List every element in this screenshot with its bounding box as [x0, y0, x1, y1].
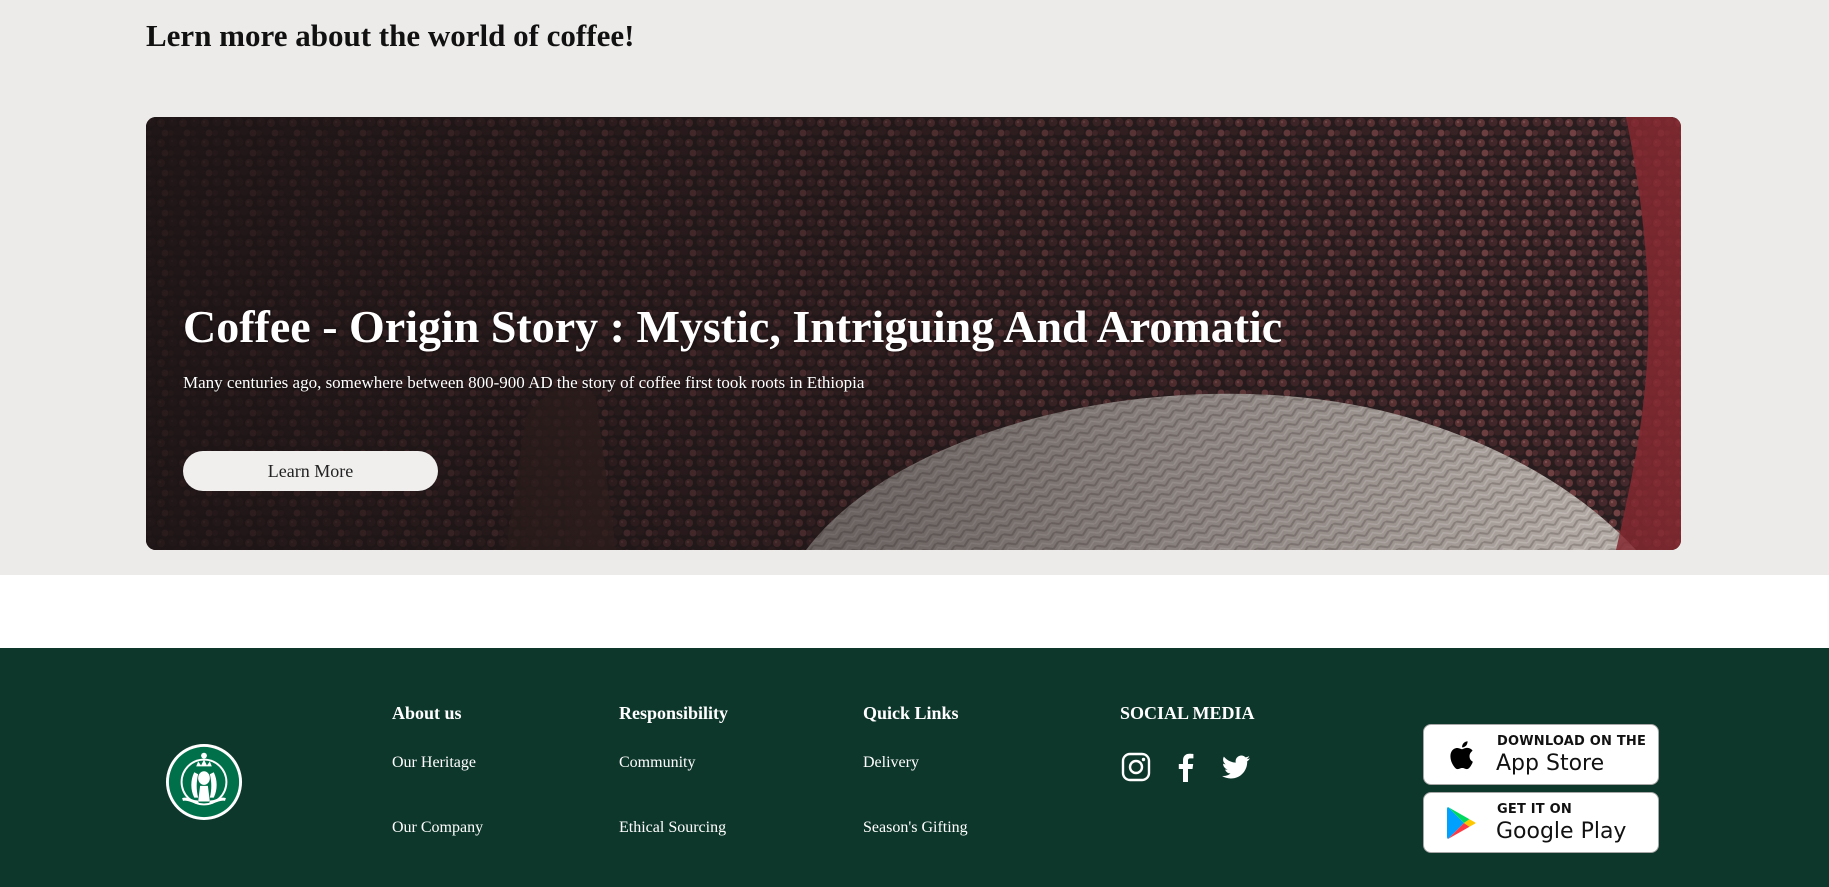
footer-link-seasons-gifting[interactable]: Season's Gifting [863, 819, 968, 837]
footer-col-quick-links: Quick Links Delivery Season's Gifting [863, 703, 968, 836]
footer-col-about: About us Our Heritage Our Company [392, 703, 483, 836]
footer: About us Our Heritage Our Company Respon… [0, 648, 1829, 887]
footer-col-title: Responsibility [619, 703, 729, 723]
app-store-big-text: App Store [1496, 751, 1605, 776]
footer-col-title: About us [392, 703, 462, 723]
apple-icon [1450, 741, 1473, 770]
footer-link-community[interactable]: Community [619, 754, 695, 772]
learn-more-section: Lern more about the world of coffee! Cof… [0, 0, 1829, 575]
footer-col-title: SOCIAL MEDIA [1120, 703, 1255, 723]
footer-link-ethical-sourcing[interactable]: Ethical Sourcing [619, 819, 726, 837]
footer-link-delivery[interactable]: Delivery [863, 754, 919, 772]
starbucks-siren-logo[interactable] [165, 743, 243, 821]
google-play-badge[interactable]: GET IT ON Google Play [1423, 792, 1659, 853]
hero-subtitle: Many centuries ago, somewhere between 80… [183, 373, 865, 392]
section-heading: Lern more about the world of coffee! [146, 18, 635, 53]
twitter-icon[interactable] [1220, 751, 1252, 783]
app-store-small-text: DOWNLOAD ON THE [1497, 734, 1647, 749]
google-play-small-text: GET IT ON [1497, 802, 1572, 817]
learn-more-button[interactable]: Learn More [183, 451, 438, 491]
footer-link-our-company[interactable]: Our Company [392, 819, 483, 837]
hero-title: Coffee - Origin Story : Mystic, Intrigui… [183, 301, 1283, 352]
social-icons [1120, 751, 1252, 783]
app-store-badge[interactable]: DOWNLOAD ON THE App Store [1423, 724, 1659, 785]
google-play-big-text: Google Play [1496, 819, 1627, 844]
footer-link-our-heritage[interactable]: Our Heritage [392, 754, 476, 772]
footer-col-responsibility: Responsibility Community Ethical Sourcin… [619, 703, 729, 836]
instagram-icon[interactable] [1120, 751, 1152, 783]
footer-col-social: SOCIAL MEDIA [1120, 703, 1255, 782]
google-play-icon [1447, 807, 1476, 839]
facebook-icon[interactable] [1170, 751, 1202, 783]
footer-col-title: Quick Links [863, 703, 959, 723]
hero-card[interactable]: Coffee - Origin Story : Mystic, Intrigui… [146, 117, 1681, 550]
